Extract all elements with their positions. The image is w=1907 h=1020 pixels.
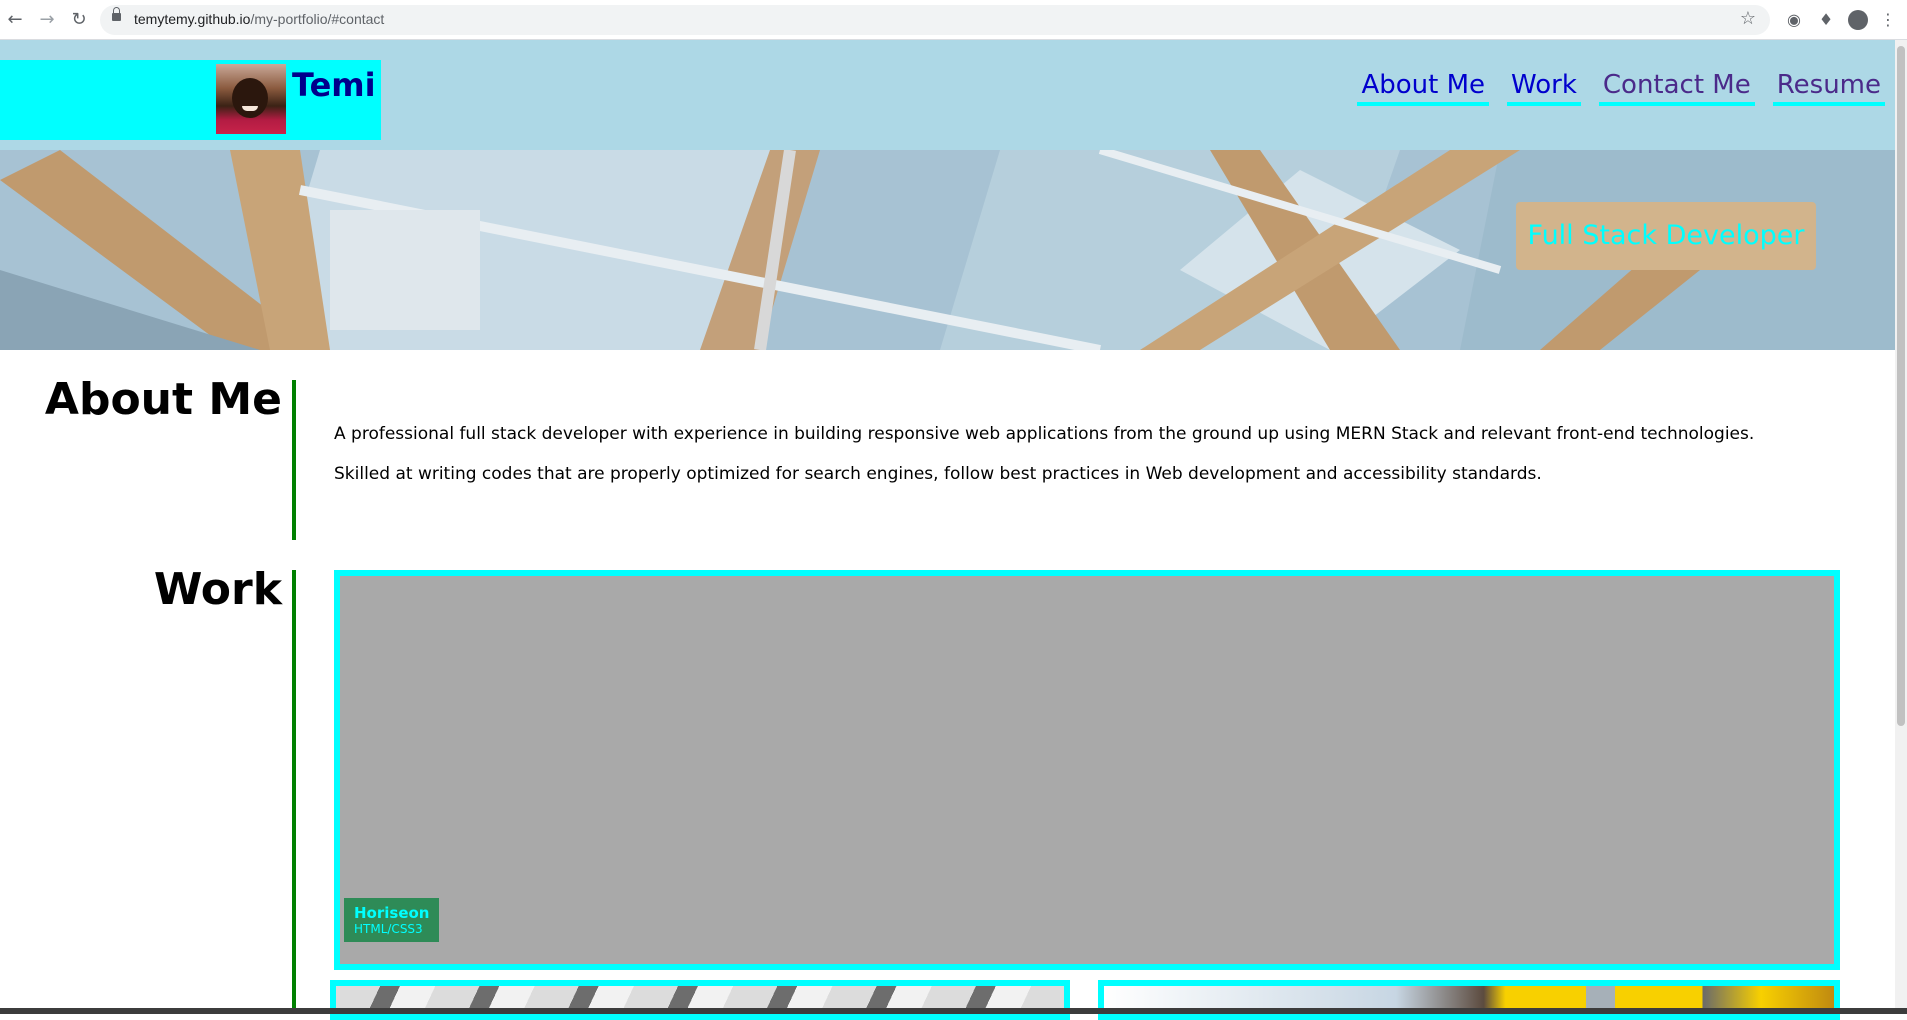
profile-icon[interactable] xyxy=(1848,10,1868,30)
project-card[interactable] xyxy=(1098,980,1840,1020)
site-header: Temi About Me Work Contact Me Resume xyxy=(0,40,1895,150)
page-scrollbar[interactable] xyxy=(1895,40,1907,1014)
section-divider-about xyxy=(292,380,296,540)
featured-project-card[interactable]: Horiseon HTML/CSS3 xyxy=(334,570,1840,970)
about-paragraph: A professional full stack developer with… xyxy=(334,424,1755,444)
nav-link-work[interactable]: Work xyxy=(1507,70,1581,106)
nav-link-contact-me[interactable]: Contact Me xyxy=(1598,70,1755,106)
address-bar[interactable]: temytemy.github.io/my-portfolio/#contact… xyxy=(100,5,1770,35)
brand: Temi xyxy=(0,60,381,140)
reload-icon[interactable]: ↻ xyxy=(68,9,90,31)
main-nav: About Me Work Contact Me Resume xyxy=(1357,70,1885,106)
hero-title-badge: Full Stack Developer xyxy=(1516,202,1816,270)
star-icon[interactable]: ☆ xyxy=(1740,8,1756,29)
scrollbar-thumb[interactable] xyxy=(1897,46,1905,726)
puzzle-icon[interactable]: ♦ xyxy=(1816,10,1836,30)
about-paragraph: Skilled at writing codes that are proper… xyxy=(334,464,1542,484)
forward-arrow-icon[interactable]: → xyxy=(36,9,58,31)
back-arrow-icon[interactable]: ← xyxy=(4,9,26,31)
project-name[interactable]: Horiseon xyxy=(354,904,429,922)
nav-link-resume[interactable]: Resume xyxy=(1772,70,1885,106)
brand-name: Temi xyxy=(292,66,376,104)
section-title-about-me: About Me xyxy=(44,374,282,425)
profile-smile xyxy=(242,106,258,111)
section-title-work: Work xyxy=(153,564,282,615)
project-label[interactable]: Horiseon HTML/CSS3 xyxy=(344,898,440,942)
browser-toolbar: ← → ↻ temytemy.github.io/my-portfolio/#c… xyxy=(0,0,1907,40)
url-text[interactable]: temytemy.github.io/my-portfolio/#contact xyxy=(134,11,384,27)
project-card[interactable] xyxy=(330,980,1070,1020)
hero-banner: Full Stack Developer xyxy=(0,150,1895,350)
profile-photo xyxy=(216,64,286,134)
extension-icon[interactable]: ◉ xyxy=(1784,10,1804,30)
section-divider-work xyxy=(292,570,296,1014)
window-bottom-edge xyxy=(0,1008,1907,1014)
lock-icon[interactable] xyxy=(112,7,121,21)
nav-link-about-me[interactable]: About Me xyxy=(1357,70,1490,106)
about-body: A professional full stack developer with… xyxy=(334,414,1854,494)
profile-face xyxy=(232,78,268,118)
project-tech: HTML/CSS3 xyxy=(354,922,423,936)
kebab-menu-icon[interactable]: ⋮ xyxy=(1880,10,1896,30)
